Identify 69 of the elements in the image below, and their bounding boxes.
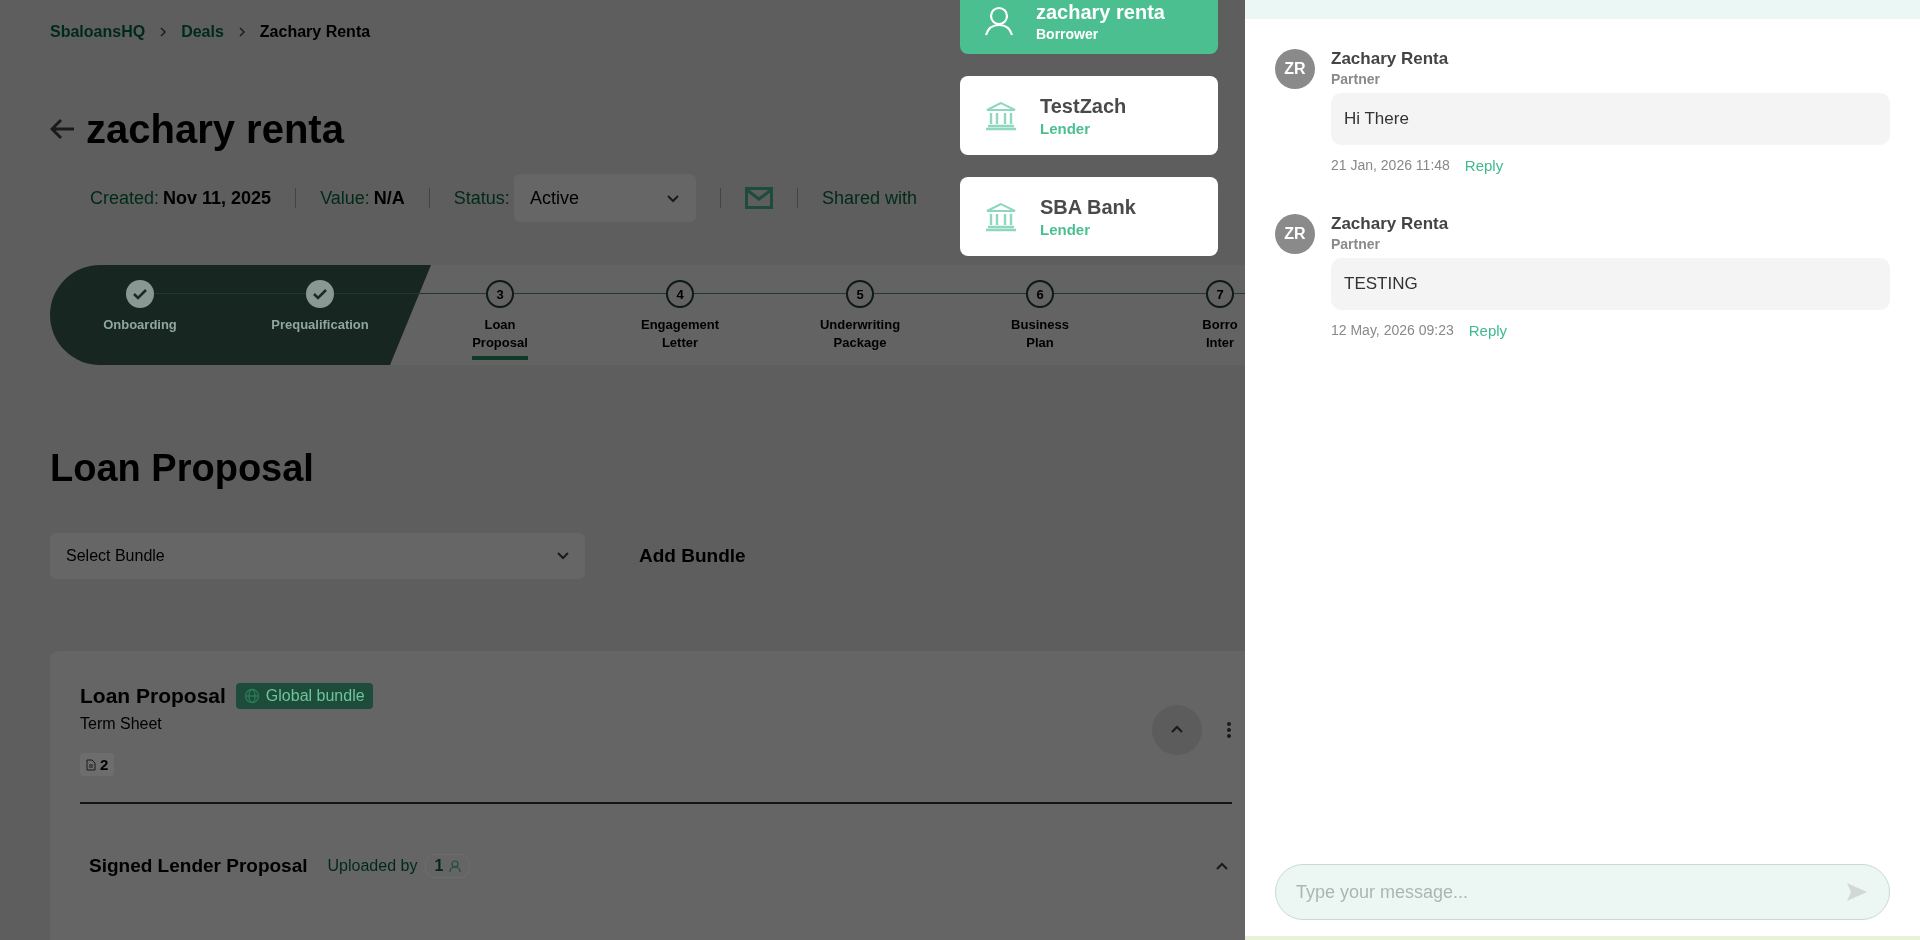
step-tab[interactable]: Onboarding: [103, 316, 177, 342]
back-arrow-icon[interactable]: [50, 118, 76, 140]
avatar: ZR: [1275, 214, 1315, 254]
step-number: 3: [486, 280, 514, 308]
step-tab[interactable]: Prequalification: [271, 316, 369, 342]
document-count: 2: [80, 753, 115, 776]
add-bundle-button[interactable]: Add Bundle: [639, 545, 746, 567]
author-role: Partner: [1331, 71, 1382, 87]
status-label: Status:: [453, 187, 510, 209]
deal-value: N/A: [373, 187, 405, 209]
person-icon: [984, 6, 1014, 36]
participant-name: TestZach: [1040, 94, 1127, 118]
bank-icon: [984, 201, 1018, 232]
bundle-title: Loan Proposal: [80, 684, 226, 708]
message-bubble: TESTING: [1331, 258, 1890, 310]
caret-icon: [557, 552, 569, 560]
avatar: ZR: [1275, 49, 1315, 89]
section-title: Loan Proposal: [50, 446, 315, 491]
step-number: 5: [846, 280, 874, 308]
breadcrumb-link[interactable]: SbaloansHQ: [50, 23, 146, 41]
author-name: Zachary Renta: [1331, 214, 1450, 234]
participant-name: SBA Bank: [1040, 195, 1136, 219]
breadcrumb-link[interactable]: Zachary Renta: [259, 23, 371, 41]
document-icon: [86, 758, 96, 771]
bundle-dropdown[interactable]: Select Bundle: [50, 533, 585, 579]
status-dropdown[interactable]: Active: [513, 174, 696, 222]
step-tab[interactable]: Loan Proposal: [472, 316, 528, 360]
author-name: Zachary Renta: [1331, 49, 1450, 69]
message-time: 21 Jan, 2026 11:48: [1331, 157, 1450, 174]
message-input[interactable]: Type your message...: [1275, 864, 1890, 920]
participant-card[interactable]: SBA Bank Lender: [960, 177, 1218, 256]
caret-icon: [665, 193, 680, 203]
created-date: Nov 11, 2025: [163, 187, 272, 209]
step-number: 7: [1206, 280, 1234, 308]
reply-link[interactable]: Reply: [1464, 157, 1504, 174]
chevron-icon[interactable]: [1215, 861, 1229, 871]
step-tab[interactable]: Borro Inter: [1202, 316, 1238, 360]
step-tab[interactable]: Business Plan: [1011, 316, 1069, 360]
shared-with-label: Shared with: [821, 187, 917, 209]
bundle-subtitle: Term Sheet: [80, 715, 163, 733]
step-tab[interactable]: Engagement Letter: [641, 316, 719, 360]
step-number: 4: [666, 280, 694, 308]
deal-title: zachary renta: [86, 106, 344, 152]
value-label: Value:: [320, 187, 370, 209]
uploader-count[interactable]: 1: [425, 854, 471, 878]
document-title: Signed Lender Proposal: [89, 855, 308, 877]
bank-icon: [984, 100, 1018, 131]
step-tab[interactable]: Underwriting Package: [819, 316, 901, 360]
breadcrumb-link[interactable]: Deals: [181, 23, 224, 41]
created-label: Created:: [90, 187, 160, 209]
chevron-icon: [1170, 725, 1184, 734]
participant-card[interactable]: zachary renta Borrower: [960, 0, 1218, 54]
step-number: 6: [1026, 280, 1054, 308]
person-icon: [449, 859, 462, 873]
participant-role: Lender: [1040, 119, 1091, 137]
message-time: 12 May, 2026 09:23: [1331, 322, 1454, 339]
global-bundle-badge: Global bundle: [235, 683, 373, 709]
participant-name: zachary renta: [1036, 0, 1165, 24]
reply-link[interactable]: Reply: [1468, 322, 1508, 339]
email-icon[interactable]: [744, 187, 773, 209]
chevron-icon: [237, 27, 246, 37]
participant-role: Borrower: [1036, 25, 1100, 42]
participant-role: Lender: [1040, 220, 1091, 238]
message-bubble: Hi There: [1331, 93, 1890, 145]
participant-card[interactable]: TestZach Lender: [960, 76, 1218, 155]
chevron-icon: [159, 27, 168, 37]
author-role: Partner: [1331, 236, 1382, 252]
uploaded-by-label: Uploaded by: [327, 857, 418, 875]
more-options-icon[interactable]: [1226, 720, 1232, 739]
